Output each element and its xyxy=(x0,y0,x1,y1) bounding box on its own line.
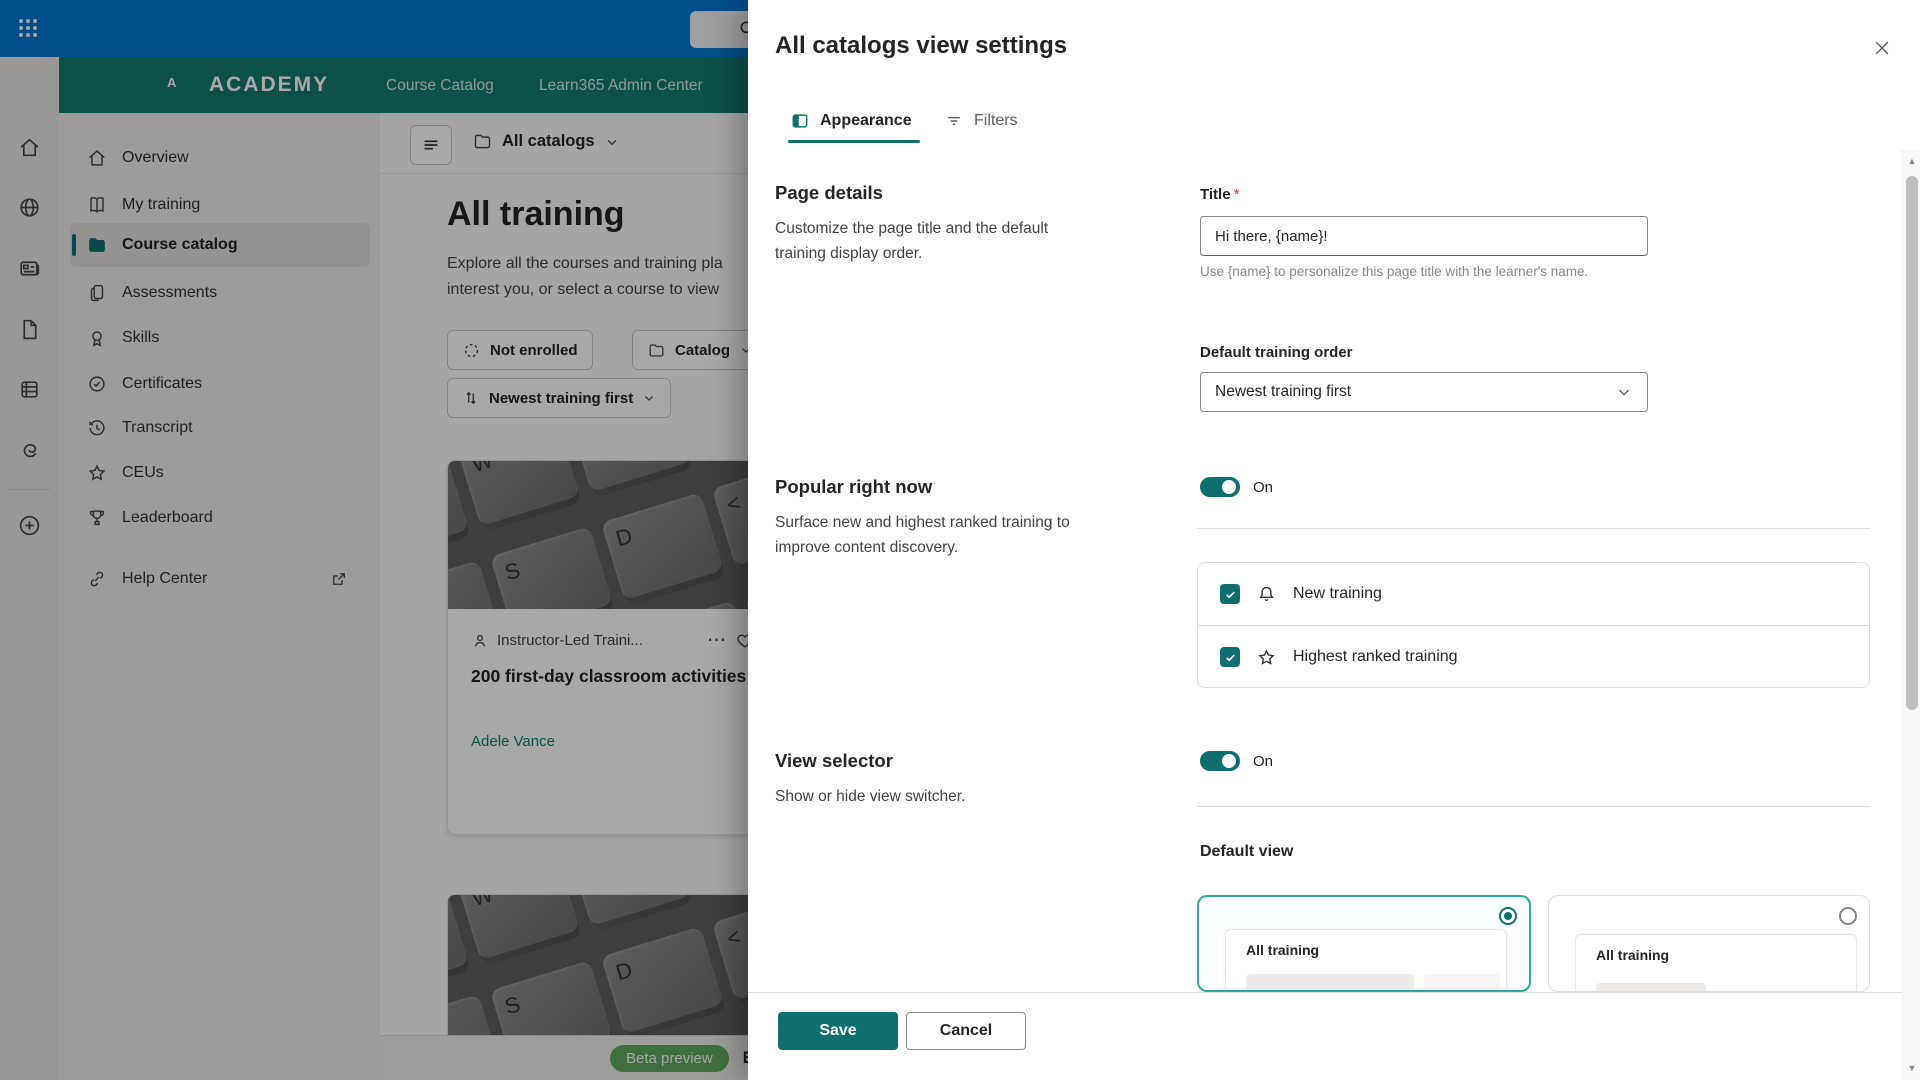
bell-icon xyxy=(1256,584,1277,605)
popular-toggle[interactable] xyxy=(1200,477,1240,497)
screen: A ACADEMY Course Catalog Learn365 Admin … xyxy=(0,0,1920,1080)
title-input-value: Hi there, {name}! xyxy=(1215,228,1328,245)
checkbox-check-icon xyxy=(1224,651,1237,664)
close-button[interactable] xyxy=(1866,32,1898,64)
checkbox-check-icon xyxy=(1224,588,1237,601)
radio-unselected-icon[interactable] xyxy=(1839,907,1857,925)
label-text: Title xyxy=(1200,186,1231,203)
popular-options-card: New training Highest ranked training xyxy=(1197,562,1870,688)
save-button[interactable]: Save xyxy=(778,1012,898,1050)
default-view-label: Default view xyxy=(1200,843,1293,861)
desc-line: training display order. xyxy=(775,241,1048,266)
tab-filters[interactable]: Filters xyxy=(944,98,1018,144)
scrollbar-thumb[interactable] xyxy=(1906,176,1918,710)
cancel-button[interactable]: Cancel xyxy=(906,1012,1026,1050)
filter-icon xyxy=(944,111,964,131)
chevron-down-icon xyxy=(1615,383,1633,401)
close-icon xyxy=(1872,38,1892,58)
section-heading-page-details: Page details xyxy=(775,182,883,204)
training-order-dropdown[interactable]: Newest training first xyxy=(1200,372,1648,412)
view-preview: All training xyxy=(1575,934,1857,992)
split-view-icon xyxy=(790,111,810,131)
checkbox-checked[interactable] xyxy=(1220,584,1240,604)
star-icon xyxy=(1256,647,1277,668)
desc-line: Surface new and highest ranked training … xyxy=(775,510,1070,535)
default-view-option-selected[interactable]: All training xyxy=(1197,895,1531,992)
checkbox-checked[interactable] xyxy=(1220,647,1240,667)
settings-panel: All catalogs view settings Appearance Fi… xyxy=(748,0,1920,1080)
title-helper-text: Use {name} to personalize this page titl… xyxy=(1200,264,1588,279)
view-preview-placeholder xyxy=(1246,974,1414,992)
active-tab-underline xyxy=(788,140,920,143)
default-view-option-unselected[interactable]: All training xyxy=(1548,895,1870,992)
view-preview-title: All training xyxy=(1596,947,1669,963)
column-divider xyxy=(1197,806,1870,807)
panel-footer: Save Cancel xyxy=(748,992,1920,1080)
title-input[interactable]: Hi there, {name}! xyxy=(1200,216,1648,256)
title-field-label: Title* xyxy=(1200,186,1239,203)
tab-label: Appearance xyxy=(820,112,912,130)
option-row-new-training[interactable]: New training xyxy=(1198,563,1869,625)
panel-scrollbar[interactable]: ▲ ▼ xyxy=(1902,150,1920,1080)
desc-line: Customize the page title and the default xyxy=(775,216,1048,241)
view-preview-placeholder xyxy=(1596,983,1706,992)
section-desc-page-details: Customize the page title and the default… xyxy=(775,216,1048,266)
option-label: Highest ranked training xyxy=(1293,648,1458,666)
radio-selected-icon[interactable] xyxy=(1499,907,1517,925)
panel-title: All catalogs view settings xyxy=(775,32,1067,60)
view-selector-toggle[interactable] xyxy=(1200,751,1240,771)
order-field-label: Default training order xyxy=(1200,344,1353,361)
section-desc-view-selector: Show or hide view switcher. xyxy=(775,784,965,809)
option-label: New training xyxy=(1293,585,1382,603)
scroll-down-icon[interactable]: ▼ xyxy=(1903,1063,1920,1073)
tab-label: Filters xyxy=(974,112,1018,130)
view-preview-title: All training xyxy=(1246,942,1319,958)
toggle-knob xyxy=(1222,480,1236,494)
section-desc-popular: Surface new and highest ranked training … xyxy=(775,510,1070,560)
required-asterisk: * xyxy=(1234,186,1240,203)
dropdown-value: Newest training first xyxy=(1215,383,1615,401)
modal-scrim xyxy=(0,0,748,1080)
desc-line: improve content discovery. xyxy=(775,535,1070,560)
option-row-highest-ranked[interactable]: Highest ranked training xyxy=(1198,626,1869,688)
view-preview: All training xyxy=(1225,929,1507,992)
popular-toggle-state: On xyxy=(1253,479,1273,496)
toggle-knob xyxy=(1222,754,1236,768)
tab-appearance[interactable]: Appearance xyxy=(790,98,912,144)
section-heading-popular: Popular right now xyxy=(775,476,932,498)
view-selector-toggle-state: On xyxy=(1253,753,1273,770)
view-preview-placeholder xyxy=(1424,974,1500,992)
scroll-up-icon[interactable]: ▲ xyxy=(1903,156,1920,166)
section-heading-view-selector: View selector xyxy=(775,750,893,772)
column-divider xyxy=(1197,528,1870,529)
